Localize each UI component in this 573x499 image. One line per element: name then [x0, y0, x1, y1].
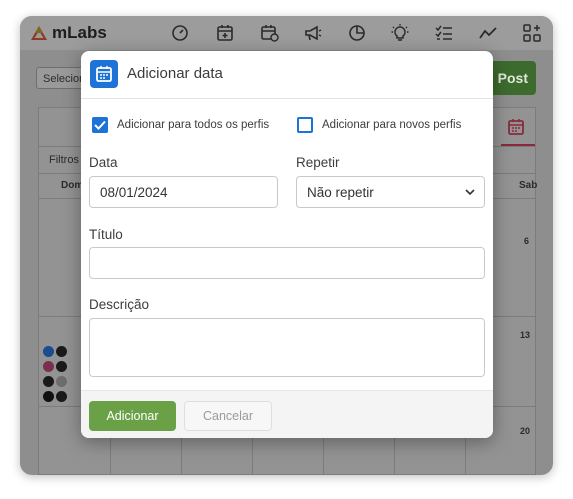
megaphone-icon[interactable] — [303, 23, 323, 43]
top-navbar: mLabs — [20, 16, 553, 50]
modal-title: Adicionar data — [127, 65, 223, 82]
day-number: 13 — [520, 330, 531, 340]
x-icon — [43, 376, 54, 387]
day-number: 20 — [520, 426, 531, 436]
pie-chart-icon[interactable] — [347, 23, 367, 43]
checkbox-unchecked-icon[interactable] — [297, 117, 313, 133]
tiktok-icon — [43, 391, 54, 402]
x-icon — [56, 376, 67, 387]
calendar-add-icon[interactable] — [215, 23, 235, 43]
checkbox-all-profiles-label: Adicionar para todos os perfis — [117, 119, 270, 131]
day-number: 6 — [524, 236, 530, 246]
x-icon — [56, 361, 67, 372]
description-label: Descrição — [89, 297, 150, 312]
calendar-clock-icon[interactable] — [260, 23, 280, 43]
grid-plus-icon[interactable] — [522, 23, 542, 43]
x-icon — [56, 391, 67, 402]
repeat-label: Repetir — [296, 155, 340, 170]
calendar-icon — [90, 60, 118, 88]
social-profiles — [43, 376, 73, 388]
add-button[interactable]: Adicionar — [89, 401, 176, 431]
modal-header: Adicionar data — [81, 51, 493, 99]
mlabs-logo-icon — [30, 24, 48, 42]
title-input[interactable] — [89, 247, 485, 279]
repeat-select[interactable]: Não repetir — [296, 176, 485, 208]
checkbox-all-profiles[interactable]: Adicionar para todos os perfis — [92, 116, 269, 134]
dashboard-icon[interactable] — [170, 23, 190, 43]
checkbox-new-profiles[interactable]: Adicionar para novos perfis — [297, 116, 461, 134]
instagram-icon — [43, 361, 54, 372]
lightbulb-icon[interactable] — [390, 23, 410, 43]
checkbox-new-profiles-label: Adicionar para novos perfis — [322, 119, 462, 131]
social-profiles — [43, 346, 73, 358]
trend-icon[interactable] — [478, 23, 498, 43]
logo-text: mLabs — [52, 23, 107, 42]
date-input[interactable]: 08/01/2024 — [89, 176, 278, 208]
description-textarea[interactable] — [89, 318, 485, 377]
date-label: Data — [89, 155, 118, 170]
filters-label: Filtros — [49, 154, 79, 166]
post-button[interactable]: Post — [488, 61, 536, 95]
weekday-first: Dom — [61, 180, 84, 191]
add-date-modal: Adicionar data Adicionar para todos os p… — [81, 51, 493, 438]
social-profiles — [43, 391, 73, 403]
x-icon — [56, 346, 67, 357]
cancel-button[interactable]: Cancelar — [184, 401, 272, 431]
date-value: 08/01/2024 — [100, 185, 168, 200]
social-profiles — [43, 361, 73, 373]
weekday-last: Sab — [519, 180, 538, 191]
checklist-icon[interactable] — [434, 23, 454, 43]
checkbox-checked-icon[interactable] — [92, 117, 108, 133]
modal-footer: Adicionar Cancelar — [81, 390, 493, 438]
repeat-value: Não repetir — [307, 185, 374, 200]
chevron-down-icon — [465, 189, 475, 196]
facebook-icon — [43, 346, 54, 357]
logo[interactable]: mLabs — [30, 22, 107, 44]
calendar-view-icon[interactable] — [507, 118, 525, 136]
title-label: Título — [89, 227, 123, 242]
